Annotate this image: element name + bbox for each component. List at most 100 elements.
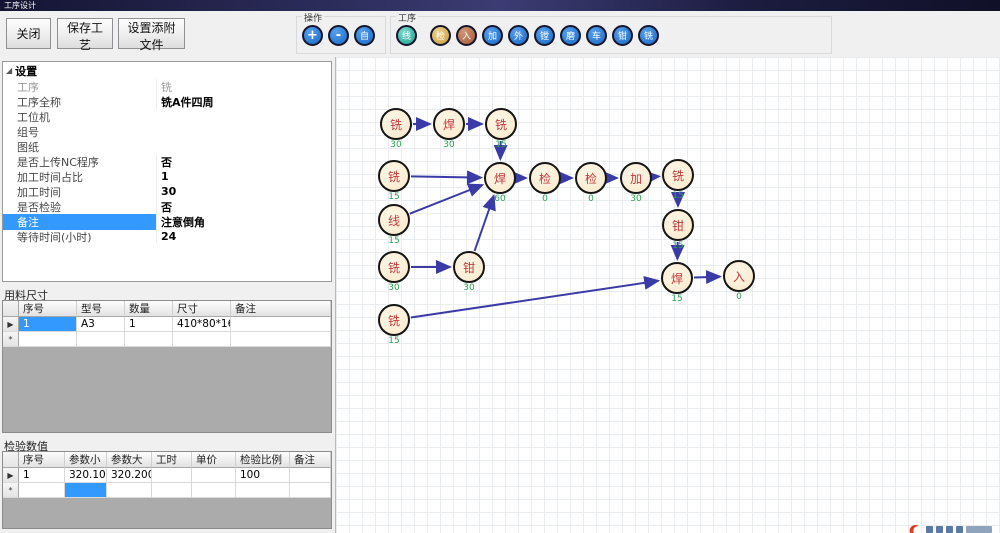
column-header-2[interactable]: 参数大 [107, 452, 152, 468]
settings-row-value[interactable]: 30 [156, 185, 331, 198]
row-selector-cell[interactable]: * [3, 332, 19, 347]
grid-new-row[interactable]: * [3, 332, 331, 347]
settings-row-value[interactable]: 24 [156, 230, 331, 243]
process-node-n7[interactable]: 检 [575, 162, 607, 194]
settings-row-value[interactable]: 1 [156, 170, 331, 183]
grid-cell[interactable] [19, 332, 77, 347]
settings-header-label: 设置 [15, 63, 37, 79]
brand-logo-icon [906, 521, 996, 533]
process-outsource-button[interactable]: 外 [508, 25, 529, 46]
grid-cell[interactable] [77, 332, 125, 347]
settings-row-9[interactable]: 备注注意倒角 [3, 214, 331, 229]
process-node-n3[interactable]: 铣 [485, 108, 517, 140]
process-milling-button[interactable]: 铣 [638, 25, 659, 46]
process-node-n9[interactable]: 铣 [662, 159, 694, 191]
settings-row-label: 组号 [3, 124, 156, 140]
column-header-1[interactable]: 参数小 [65, 452, 107, 468]
process-node-n12[interactable]: 铣 [378, 251, 410, 283]
column-header-3[interactable]: 尺寸 [173, 301, 231, 317]
grid-data-row[interactable]: ▶1320.100320.200 100 [3, 468, 331, 483]
grid-cell[interactable]: 1 [19, 317, 77, 332]
process-storage-button[interactable]: 入 [456, 25, 477, 46]
grid-cell[interactable] [19, 483, 65, 498]
settings-row-4[interactable]: 图纸 [3, 139, 331, 154]
process-wire-button[interactable]: 线 [396, 25, 417, 46]
remove-node-button[interactable]: - [328, 25, 349, 46]
grid-cell[interactable] [125, 332, 173, 347]
settings-row-5[interactable]: 是否上传NC程序否 [3, 154, 331, 169]
column-header-6[interactable]: 备注 [290, 452, 331, 468]
auto-button[interactable]: 自 [354, 25, 375, 46]
grid-cell[interactable]: 1 [19, 468, 65, 483]
row-selector-cell[interactable]: ▶ [3, 317, 19, 332]
column-header-5[interactable]: 检验比例 [236, 452, 290, 468]
grid-cell[interactable]: 1 [125, 317, 173, 332]
process-node-n13[interactable]: 钳 [453, 251, 485, 283]
grid-cell[interactable]: 320.200 [107, 468, 152, 483]
process-node-n4[interactable]: 铣 [378, 160, 410, 192]
grid-cell[interactable] [152, 468, 192, 483]
column-header-0[interactable]: 序号 [19, 452, 65, 468]
flow-edge-n13-n5 [475, 196, 494, 251]
process-node-n1[interactable]: 铣 [380, 108, 412, 140]
grid-cell[interactable] [65, 483, 107, 498]
process-boring-button[interactable]: 镗 [534, 25, 555, 46]
process-node-n6[interactable]: 检 [529, 162, 561, 194]
grid-cell[interactable] [173, 332, 231, 347]
settings-row-0[interactable]: 工序铣 [3, 79, 331, 94]
settings-row-1[interactable]: 工序全称铣A件四周 [3, 94, 331, 109]
process-node-n5[interactable]: 焊 [484, 162, 516, 194]
flowchart-canvas[interactable]: 铣30焊30铣15铣15焊60检0检0加30铣15钳15线15铣30钳30铣15… [336, 57, 1000, 533]
grid-cell[interactable] [192, 483, 236, 498]
row-selector-cell[interactable]: * [3, 483, 19, 498]
toolbar-group-label: 工序 [396, 11, 418, 24]
column-header-4[interactable]: 单价 [192, 452, 236, 468]
settings-row-value[interactable]: 注意倒角 [156, 214, 331, 230]
settings-row-value[interactable]: 铣 [156, 79, 331, 95]
grid-cell[interactable] [231, 332, 331, 347]
process-node-n14[interactable]: 铣 [378, 304, 410, 336]
settings-row-8[interactable]: 是否检验否 [3, 199, 331, 214]
settings-row-3[interactable]: 组号 [3, 124, 331, 139]
process-fitter-button[interactable]: 钳 [612, 25, 633, 46]
settings-row-value[interactable]: 否 [156, 154, 331, 170]
grid-cell[interactable] [290, 483, 331, 498]
process-inspect-button[interactable]: 检 [430, 25, 451, 46]
grid-cell[interactable] [231, 317, 331, 332]
process-node-n11[interactable]: 线 [378, 204, 410, 236]
process-grinding-button[interactable]: 磨 [560, 25, 581, 46]
process-node-n10[interactable]: 钳 [662, 209, 694, 241]
column-header-0[interactable]: 序号 [19, 301, 77, 317]
grid-new-row[interactable]: * [3, 483, 331, 498]
grid-cell[interactable] [236, 483, 290, 498]
row-selector-cell[interactable]: ▶ [3, 468, 19, 483]
grid-cell[interactable] [152, 483, 192, 498]
column-header-4[interactable]: 备注 [231, 301, 331, 317]
settings-row-7[interactable]: 加工时间30 [3, 184, 331, 199]
settings-header[interactable]: ◢ 设置 [3, 62, 331, 79]
grid-cell[interactable]: 410*80*16 [173, 317, 231, 332]
settings-row-value[interactable]: 铣A件四周 [156, 94, 331, 110]
process-node-n8[interactable]: 加 [620, 162, 652, 194]
add-node-button[interactable]: + [302, 25, 323, 46]
settings-row-value[interactable]: 否 [156, 199, 331, 215]
process-machining-button[interactable]: 加 [482, 25, 503, 46]
grid-cell[interactable]: 320.100 [65, 468, 107, 483]
settings-row-10[interactable]: 等待时间(小时)24 [3, 229, 331, 244]
grid-cell[interactable] [192, 468, 236, 483]
process-node-time: 15 [378, 236, 410, 246]
grid-cell[interactable]: 100 [236, 468, 290, 483]
grid-cell[interactable] [290, 468, 331, 483]
column-header-1[interactable]: 型号 [77, 301, 125, 317]
process-turning-button[interactable]: 车 [586, 25, 607, 46]
process-node-n15[interactable]: 焊 [661, 262, 693, 294]
column-header-3[interactable]: 工时 [152, 452, 192, 468]
settings-row-6[interactable]: 加工时间占比1 [3, 169, 331, 184]
settings-row-2[interactable]: 工位机 [3, 109, 331, 124]
process-node-n16[interactable]: 入 [723, 260, 755, 292]
grid-cell[interactable]: A3 [77, 317, 125, 332]
column-header-2[interactable]: 数量 [125, 301, 173, 317]
process-node-n2[interactable]: 焊 [433, 108, 465, 140]
grid-cell[interactable] [107, 483, 152, 498]
grid-data-row[interactable]: ▶1A31410*80*16 [3, 317, 331, 332]
